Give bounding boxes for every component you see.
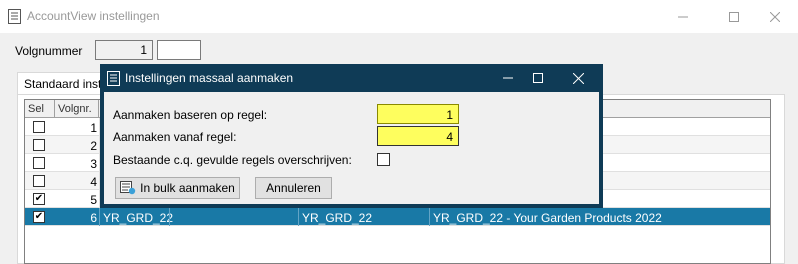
- base-row-input[interactable]: 1: [377, 104, 459, 124]
- dialog-document-icon: [107, 71, 120, 89]
- bulk-create-dialog: Instellingen massaal aanmaken Aanmaken b…: [100, 64, 603, 208]
- row-volgnr: 3: [90, 157, 97, 171]
- bulk-create-label: In bulk aanmaken: [140, 181, 235, 195]
- maximize-button[interactable]: [711, 0, 757, 33]
- row-select-checkbox[interactable]: [33, 175, 45, 187]
- close-icon: [572, 72, 584, 84]
- dialog-title: Instellingen massaal aanmaken: [125, 71, 294, 85]
- app-document-icon: [8, 9, 21, 27]
- row-volgnr: 6: [90, 211, 97, 225]
- maximize-icon: [533, 73, 543, 83]
- cancel-button[interactable]: Annuleren: [255, 177, 332, 199]
- dialog-close-button[interactable]: [558, 64, 598, 92]
- bulk-create-button[interactable]: In bulk aanmaken: [115, 177, 240, 199]
- cell-divider: [298, 208, 299, 226]
- minimize-icon: [678, 16, 688, 17]
- minimize-icon: [503, 77, 513, 79]
- cancel-label: Annuleren: [266, 181, 321, 195]
- row-select-checkbox[interactable]: [33, 157, 45, 169]
- volgnummer-extra-field[interactable]: [157, 40, 201, 60]
- row-cell-2: YR_GRD_22: [302, 211, 373, 225]
- row-select-checkbox[interactable]: [33, 139, 45, 151]
- overwrite-label: Bestaande c.q. gevulde regels overschrij…: [113, 153, 352, 167]
- cell-divider: [429, 208, 430, 226]
- row-select-checkbox[interactable]: ✔: [33, 193, 45, 205]
- maximize-icon: [729, 11, 739, 22]
- close-icon: [770, 11, 780, 22]
- base-row-label: Aanmaken baseren op regel:: [113, 108, 268, 122]
- table-row[interactable]: ✔ 6 YR_GRD_22 YR_GRD_22 YR_GRD_22 - Your Gar…: [25, 208, 770, 226]
- row-volgnr: 1: [90, 121, 97, 135]
- main-titlebar[interactable]: AccountView instellingen: [0, 0, 798, 33]
- volgnummer-field[interactable]: 1: [95, 40, 153, 60]
- bulk-create-icon: [120, 181, 136, 195]
- overwrite-checkbox[interactable]: [377, 153, 390, 166]
- row-volgnr: 2: [90, 139, 97, 153]
- main-window-title: AccountView instellingen: [27, 9, 160, 23]
- column-header-sel[interactable]: Sel: [25, 100, 55, 117]
- from-row-input[interactable]: 4: [377, 126, 459, 146]
- volgnummer-label: Volgnummer: [15, 44, 83, 58]
- tab-standaard-instellingen[interactable]: Standaard instellingen: [17, 72, 109, 95]
- column-header-volgnr[interactable]: Volgnr.: [55, 100, 99, 117]
- row-volgnr: 4: [90, 175, 97, 189]
- row-cell-3: YR_GRD_22 - Your Garden Products 2022: [433, 211, 662, 225]
- cell-divider: [99, 208, 100, 226]
- dialog-maximize-button[interactable]: [518, 64, 558, 92]
- from-row-label: Aanmaken vanaf regel:: [113, 130, 237, 144]
- close-button[interactable]: [752, 0, 798, 33]
- dialog-titlebar[interactable]: Instellingen massaal aanmaken: [100, 64, 603, 92]
- row-select-checkbox[interactable]: ✔: [33, 211, 45, 223]
- row-volgnr: 5: [90, 193, 97, 207]
- row-cell-1: YR_GRD_22: [103, 211, 174, 225]
- dialog-body: Aanmaken baseren op regel: 1 Aanmaken va…: [104, 92, 599, 204]
- cell-divider: [169, 208, 170, 226]
- minimize-button[interactable]: [660, 0, 706, 33]
- row-select-checkbox[interactable]: [33, 121, 45, 133]
